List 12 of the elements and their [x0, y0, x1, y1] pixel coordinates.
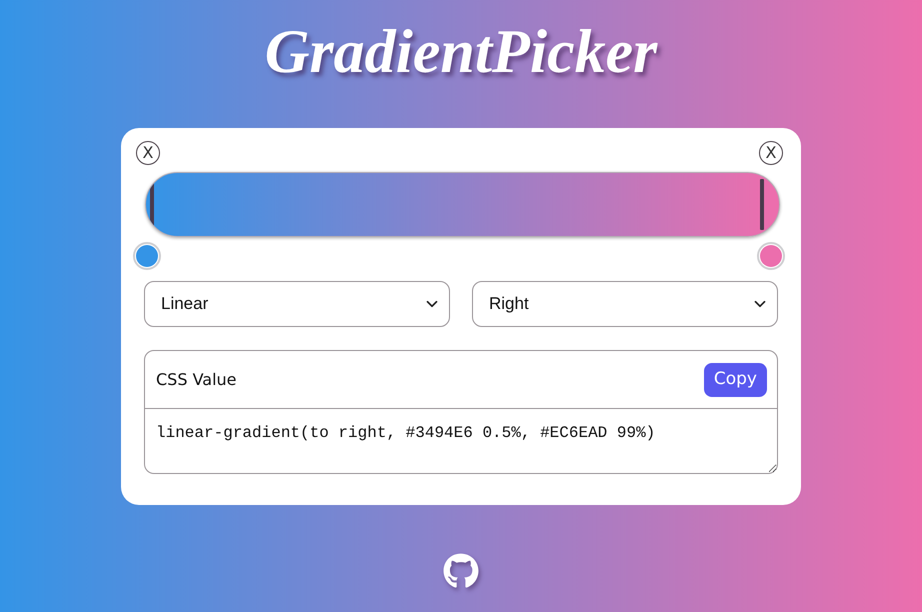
copy-button[interactable]: Copy: [704, 362, 767, 396]
app-title: GradientPicker: [264, 17, 658, 83]
remove-stop-button[interactable]: X: [136, 141, 160, 165]
color-swatch-icon[interactable]: [757, 242, 785, 270]
color-swatch-icon[interactable]: [133, 242, 161, 270]
css-value-field[interactable]: linear-gradient(to right, #3494E6 0.5%, #EC6EAD 99%): [144, 409, 778, 474]
github-icon[interactable]: [443, 553, 479, 589]
select-field[interactable]: Right: [472, 281, 778, 327]
css-value-label: CSS Value: [156, 368, 237, 390]
select-field[interactable]: Linear: [144, 281, 450, 327]
stop-handle[interactable]: [760, 179, 764, 230]
remove-stop-button[interactable]: X: [759, 141, 783, 165]
